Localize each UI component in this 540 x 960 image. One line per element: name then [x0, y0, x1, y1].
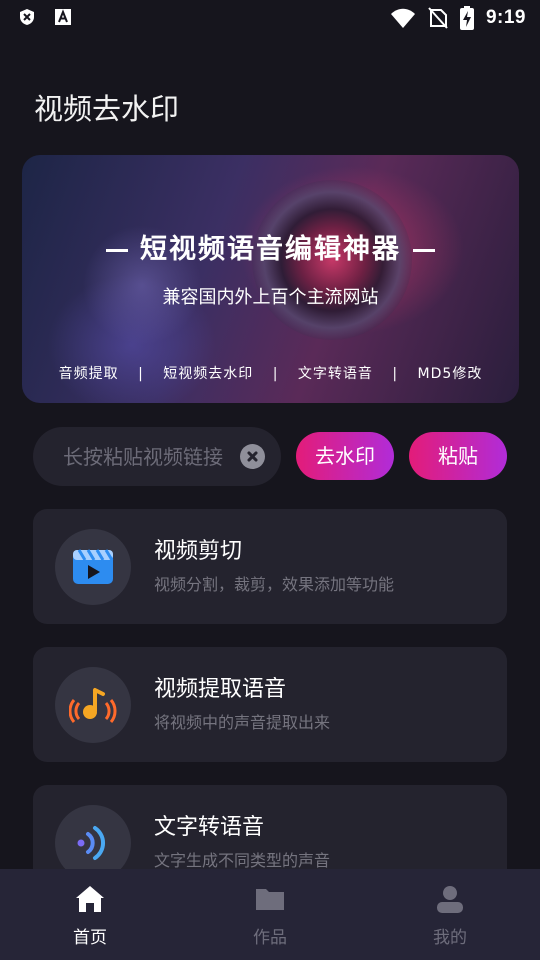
feature-card-video-clip[interactable]: 视频剪切 视频分割，裁剪，效果添加等功能 [33, 509, 507, 624]
text-to-speech-icon [77, 826, 105, 860]
banner-tag: 短视频去水印 [163, 366, 254, 382]
feature-title: 视频提取语音 [154, 677, 287, 702]
wifi-icon [390, 8, 415, 28]
no-sim-icon [428, 7, 448, 29]
status-bar: 9:19 [0, 0, 540, 36]
nav-item-home[interactable]: 首页 [0, 869, 180, 960]
link-input-box [33, 427, 281, 486]
feature-title: 文字转语音 [154, 815, 265, 840]
nav-label: 首页 [73, 928, 107, 948]
remove-watermark-button[interactable]: 去水印 [296, 432, 394, 480]
nav-item-works[interactable]: 作品 [180, 869, 360, 960]
battery-charging-icon [459, 6, 474, 30]
home-icon [76, 886, 104, 912]
promo-banner[interactable]: 短视频语音编辑神器 兼容国内外上百个主流网站 音频提取 | 短视频去水印 | 文… [22, 155, 519, 403]
audio-extract-icon [69, 688, 117, 723]
banner-title-text: 短视频语音编辑神器 [140, 234, 401, 265]
page-title: 视频去水印 [34, 92, 180, 126]
paste-button[interactable]: 粘贴 [409, 432, 507, 480]
feature-description: 文字生成不同类型的声音 [154, 851, 331, 870]
banner-tag: 文字转语音 [297, 366, 373, 382]
banner-subtitle: 兼容国内外上百个主流网站 [162, 287, 379, 308]
banner-tags: 音频提取 | 短视频去水印 | 文字转语音 | MD5修改 [22, 363, 519, 383]
profile-icon [437, 886, 463, 913]
banner-tag: MD5修改 [417, 366, 483, 382]
shield-x-icon [20, 9, 34, 25]
video-clip-icon [73, 549, 114, 584]
feature-title: 视频剪切 [154, 539, 243, 564]
nav-label: 作品 [253, 928, 287, 948]
clear-icon[interactable] [240, 444, 265, 469]
bottom-navigation: 首页 作品 我的 [0, 869, 540, 960]
feature-card-audio-extract[interactable]: 视频提取语音 将视频中的声音提取出来 [33, 647, 507, 762]
tag-separator: | [392, 366, 399, 382]
feature-description: 将视频中的声音提取出来 [154, 713, 331, 732]
nav-item-mine[interactable]: 我的 [360, 869, 540, 960]
feature-icon-wrapper [55, 667, 131, 743]
banner-tag: 音频提取 [58, 366, 119, 382]
banner-title: 短视频语音编辑神器 [22, 227, 519, 266]
title-dash-right [413, 249, 435, 252]
tag-separator: | [138, 366, 144, 382]
status-time: 9:19 [485, 7, 526, 28]
tag-separator: | [272, 366, 279, 382]
feature-icon-wrapper [55, 529, 131, 605]
nav-label: 我的 [433, 928, 467, 948]
feature-description: 视频分割，裁剪，效果添加等功能 [154, 575, 395, 594]
title-dash-left [106, 249, 128, 252]
folder-icon [256, 889, 284, 910]
video-link-input[interactable] [63, 427, 223, 486]
font-a-icon [55, 9, 71, 25]
